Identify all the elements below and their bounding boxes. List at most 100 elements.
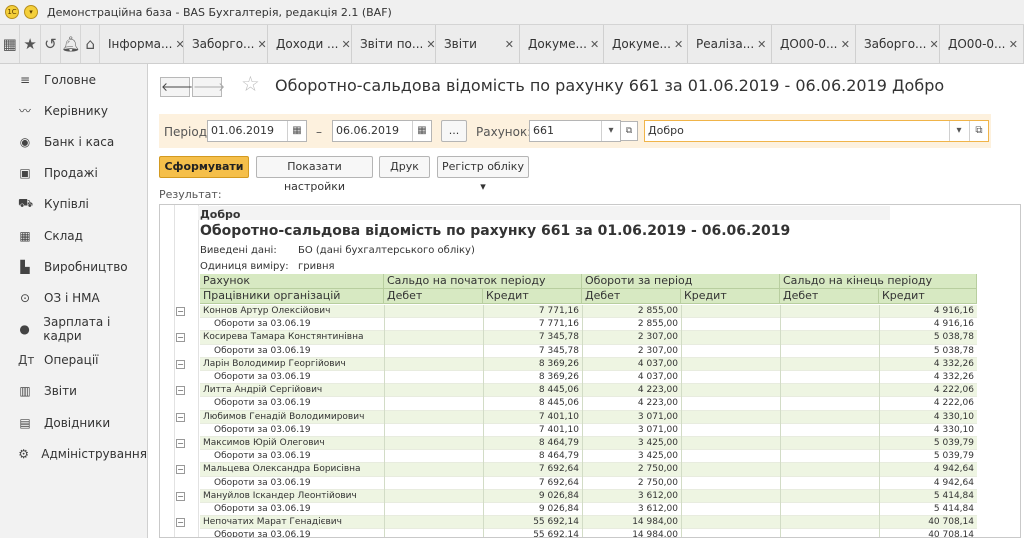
show-settings-button[interactable]: Показати настройки xyxy=(256,156,373,193)
tab-item[interactable]: Звіти по... ✕ xyxy=(351,25,436,63)
sidebar-item-label: Адміністрування xyxy=(41,446,147,461)
close-icon[interactable]: ✕ xyxy=(929,38,938,51)
collapse-toggle-icon[interactable]: − xyxy=(176,465,185,475)
calendar-icon[interactable]: ▦ xyxy=(412,121,431,141)
turnover-row[interactable]: Обороти за 03.06.19 7 692,64 2 750,00 4 942… xyxy=(200,476,977,490)
collapse-toggle-icon[interactable]: − xyxy=(176,491,185,501)
sidebar-item[interactable]: ▦ Склад xyxy=(0,220,147,251)
cell-close-dt xyxy=(780,450,879,463)
tab-item[interactable]: Доходи ... ✕ xyxy=(267,25,352,63)
register-menu-button[interactable]: Регістр обліку ▾ xyxy=(437,156,529,193)
sidebar-item[interactable]: ▣ Продажі xyxy=(0,158,147,189)
sidebar-item[interactable]: ▥ Звіти xyxy=(0,376,147,407)
collapse-toggle-icon[interactable]: − xyxy=(176,307,185,316)
turnover-row[interactable]: Обороти за 03.06.19 8 369,26 4 037,00 4 332… xyxy=(200,371,977,385)
employee-row[interactable]: Мануйлов Іскандер Леонтійович 9 026,84 3 6… xyxy=(200,489,977,503)
tab-item[interactable]: Інформа... ✕ xyxy=(99,25,184,63)
cell-open-cr: 8 464,79 xyxy=(538,438,579,448)
section-icon: ≡ xyxy=(19,72,31,87)
sidebar-item[interactable]: ⛟ Купівлі xyxy=(0,189,147,220)
sidebar-item[interactable]: ⊙ ОЗ і НМА xyxy=(0,282,147,313)
close-icon[interactable]: ✕ xyxy=(757,38,766,51)
close-icon[interactable]: ✕ xyxy=(175,38,183,51)
calendar-icon[interactable]: ▦ xyxy=(287,121,306,141)
notifications-bell-icon[interactable]: 🔔︎ xyxy=(61,25,82,63)
close-icon[interactable]: ✕ xyxy=(674,38,683,51)
account-field[interactable]: 661 ▾ xyxy=(529,120,621,142)
turnover-row[interactable]: Обороти за 03.06.19 8 445,06 4 223,00 4 222… xyxy=(200,397,977,411)
open-account-icon[interactable]: ⧉ xyxy=(620,121,638,141)
cell-close-dt xyxy=(780,463,879,476)
turnover-row[interactable]: Обороти за 03.06.19 55 692,14 14 984,00 40 … xyxy=(200,529,977,537)
favorites-star-icon[interactable]: ★ xyxy=(20,25,41,63)
forward-button[interactable]: 🡒 xyxy=(192,77,225,97)
turnover-row[interactable]: Обороти за 03.06.19 7 401,10 3 071,00 4 330… xyxy=(200,423,977,437)
date-from-field[interactable]: 01.06.2019 ▦ xyxy=(207,120,307,142)
close-icon[interactable]: ✕ xyxy=(505,38,514,51)
employee-row[interactable]: Ларін Володимир Георгійович 8 369,26 4 037… xyxy=(200,357,977,371)
grid-separator xyxy=(780,318,781,332)
grid-separator xyxy=(582,489,583,503)
cell-close-cr: 4 332,26 xyxy=(933,372,974,382)
sidebar-item[interactable]: ⚙ Адміністрування xyxy=(0,438,147,469)
close-icon[interactable]: ✕ xyxy=(590,38,599,51)
generate-button[interactable]: Сформувати xyxy=(159,156,249,178)
sidebar-item[interactable]: ● Зарплата і кадри xyxy=(0,314,147,345)
cell-close-dt xyxy=(780,384,879,397)
collapse-toggle-icon[interactable]: − xyxy=(176,412,185,422)
print-button[interactable]: Друк xyxy=(379,156,430,178)
open-organization-icon[interactable]: ⧉ xyxy=(969,121,988,141)
employee-row[interactable]: Косирева Тамара Констянтинівна 7 345,78 2 … xyxy=(200,331,977,345)
close-icon[interactable]: ✕ xyxy=(841,38,850,51)
sidebar-item[interactable]: ◉ Банк і каса xyxy=(0,126,147,157)
tab-item[interactable]: Докуме... ✕ xyxy=(603,25,688,63)
collapse-toggle-icon[interactable]: − xyxy=(176,518,185,528)
turnover-row[interactable]: Обороти за 03.06.19 7 771,16 2 855,00 4 916… xyxy=(200,318,977,332)
employee-row[interactable]: Литта Андрій Сергійович 8 445,06 4 223,00 4… xyxy=(200,384,977,398)
close-icon[interactable]: ✕ xyxy=(426,38,435,51)
history-icon[interactable]: ↺ xyxy=(41,25,62,63)
apps-grid-icon[interactable]: ▦ xyxy=(0,25,21,63)
sidebar-item[interactable]: ▙ Виробництво xyxy=(0,251,147,282)
period-select-button[interactable]: ... xyxy=(441,120,467,142)
report-sheet[interactable]: Добро Оборотно-сальдова відомість по рах… xyxy=(159,204,1021,538)
favorite-star-icon[interactable]: ☆ xyxy=(241,72,260,96)
close-icon[interactable]: ✕ xyxy=(1009,38,1018,51)
collapse-toggle-icon[interactable]: − xyxy=(176,386,185,396)
employee-row[interactable]: Непочатих Марат Генадієвич 55 692,14 14 98… xyxy=(200,516,977,530)
organization-field[interactable]: Добро ▾ ⧉ xyxy=(644,120,989,142)
employee-row[interactable]: Максимов Юрій Олегович 8 464,79 3 425,00 5 … xyxy=(200,437,977,451)
home-icon[interactable]: ⌂ xyxy=(81,25,100,63)
employee-row[interactable]: Любимов Генадій Володимирович 7 401,10 3 0… xyxy=(200,410,977,424)
grid-separator xyxy=(780,437,781,451)
close-icon[interactable]: ✕ xyxy=(257,38,266,51)
turnover-row[interactable]: Обороти за 03.06.19 8 464,79 3 425,00 5 039… xyxy=(200,450,977,464)
tab-item[interactable]: Заборго... ✕ xyxy=(855,25,940,63)
dropdown-icon[interactable]: ▾ xyxy=(601,121,620,141)
collapse-toggle-icon[interactable]: − xyxy=(176,439,185,448)
back-button[interactable]: 🡐 xyxy=(160,77,193,97)
turnover-row[interactable]: Обороти за 03.06.19 9 026,84 3 612,00 5 414… xyxy=(200,503,977,517)
collapse-toggle-icon[interactable]: − xyxy=(176,333,185,343)
grid-separator xyxy=(483,384,484,398)
tab-item[interactable]: Докуме... ✕ xyxy=(519,25,604,63)
cell-open-dt xyxy=(384,450,483,463)
tab-item[interactable]: Реаліза... ✕ xyxy=(687,25,772,63)
turnover-row[interactable]: Обороти за 03.06.19 7 345,78 2 307,00 5 038… xyxy=(200,344,977,358)
tab-item[interactable]: Звіти ✕ xyxy=(435,25,520,63)
sidebar-item[interactable]: Дт Операції xyxy=(0,345,147,376)
employee-row[interactable]: Коннов Артур Олексійович 7 771,16 2 855,00… xyxy=(200,305,977,319)
sidebar-item[interactable]: ▤ Довідники xyxy=(0,407,147,438)
dropdown-icon[interactable]: ▾ xyxy=(949,121,968,141)
tab-item[interactable]: ДО00-0... ✕ xyxy=(771,25,856,63)
cell-open-cr: 8 445,06 xyxy=(538,398,579,409)
employee-row[interactable]: Мальцева Олександра Борисівна 7 692,64 2 7… xyxy=(200,463,977,477)
collapse-toggle-icon[interactable]: − xyxy=(176,359,185,369)
date-to-field[interactable]: 06.06.2019 ▦ xyxy=(332,120,432,142)
close-icon[interactable]: ✕ xyxy=(342,38,351,51)
main-menu-icon[interactable]: ▾ xyxy=(24,5,38,19)
tab-item[interactable]: Заборго... ✕ xyxy=(183,25,268,63)
tab-item[interactable]: ДО00-0... ✕ xyxy=(939,25,1024,63)
sidebar-item[interactable]: 〰 Керівнику xyxy=(0,95,147,126)
sidebar-item[interactable]: ≡ Головне xyxy=(0,64,147,95)
